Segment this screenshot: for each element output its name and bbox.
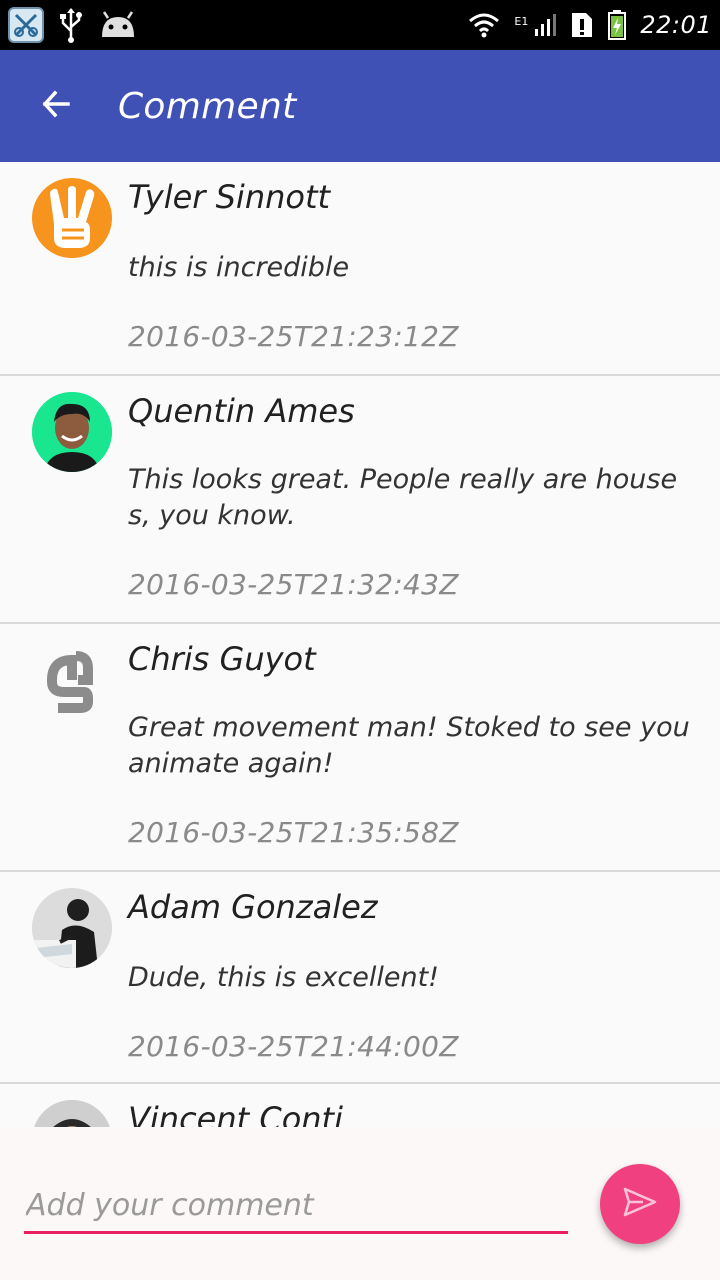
comment-text: This looks great. People really are hous… (128, 464, 678, 531)
comment-author: Tyler Sinnott (128, 178, 331, 216)
network-type-label: E1 (514, 15, 529, 28)
comment-text: this is incredible (128, 252, 350, 283)
comment-date: 2016-03-25T21:44:00Z (128, 1030, 459, 1063)
comment-input[interactable] (24, 1180, 568, 1234)
comment-text: Dude, this is excellent! (128, 962, 440, 993)
comment-author: Adam Gonzalez (128, 888, 378, 926)
send-button[interactable] (600, 1164, 680, 1244)
send-icon (623, 1187, 657, 1221)
signal-icon (534, 13, 557, 37)
usb-icon (58, 7, 84, 43)
back-button[interactable] (0, 50, 112, 162)
sim-alert-icon (570, 11, 594, 39)
arrow-back-icon (42, 90, 70, 122)
photo-avatar[interactable] (32, 392, 112, 472)
comment-item[interactable]: Quentin Ames This looks great. People re… (0, 376, 720, 624)
comment-item[interactable]: Tyler Sinnott this is incredible 2016-03… (0, 162, 720, 376)
app-bar: Comment (0, 50, 720, 162)
photo-avatar[interactable] (32, 888, 112, 968)
comment-author: Quentin Ames (128, 392, 355, 430)
wifi-icon (468, 12, 500, 38)
android-icon (98, 9, 138, 41)
comment-date: 2016-03-25T21:35:58Z (128, 816, 459, 849)
comment-text: Great movement man! Stoked to see you an… (128, 712, 690, 779)
comment-author: Vincent Conti (128, 1100, 343, 1127)
comment-date: 2016-03-25T21:23:12Z (128, 320, 459, 353)
battery-charging-icon (608, 10, 627, 40)
comment-author: Chris Guyot (128, 640, 316, 678)
status-bar: E1 22:01 (0, 0, 720, 50)
status-bar-left (8, 7, 138, 43)
comment-composer (0, 1128, 720, 1280)
comment-item[interactable]: Chris Guyot Great movement man! Stoked t… (0, 624, 720, 872)
comment-item[interactable]: Vincent Conti (0, 1084, 720, 1127)
notification-app-icon (8, 7, 44, 43)
photo-avatar[interactable] (32, 1100, 112, 1127)
g-logo-avatar[interactable] (32, 640, 112, 720)
page-title: Comment (118, 85, 297, 127)
comment-date: 2016-03-25T21:32:43Z (128, 568, 459, 601)
peace-hand-avatar[interactable] (32, 178, 112, 258)
status-time: 22:01 (640, 11, 712, 39)
comments-list[interactable]: Tyler Sinnott this is incredible 2016-03… (0, 162, 720, 1127)
status-bar-right: E1 22:01 (468, 10, 712, 40)
comment-item[interactable]: Adam Gonzalez Dude, this is excellent! 2… (0, 872, 720, 1084)
